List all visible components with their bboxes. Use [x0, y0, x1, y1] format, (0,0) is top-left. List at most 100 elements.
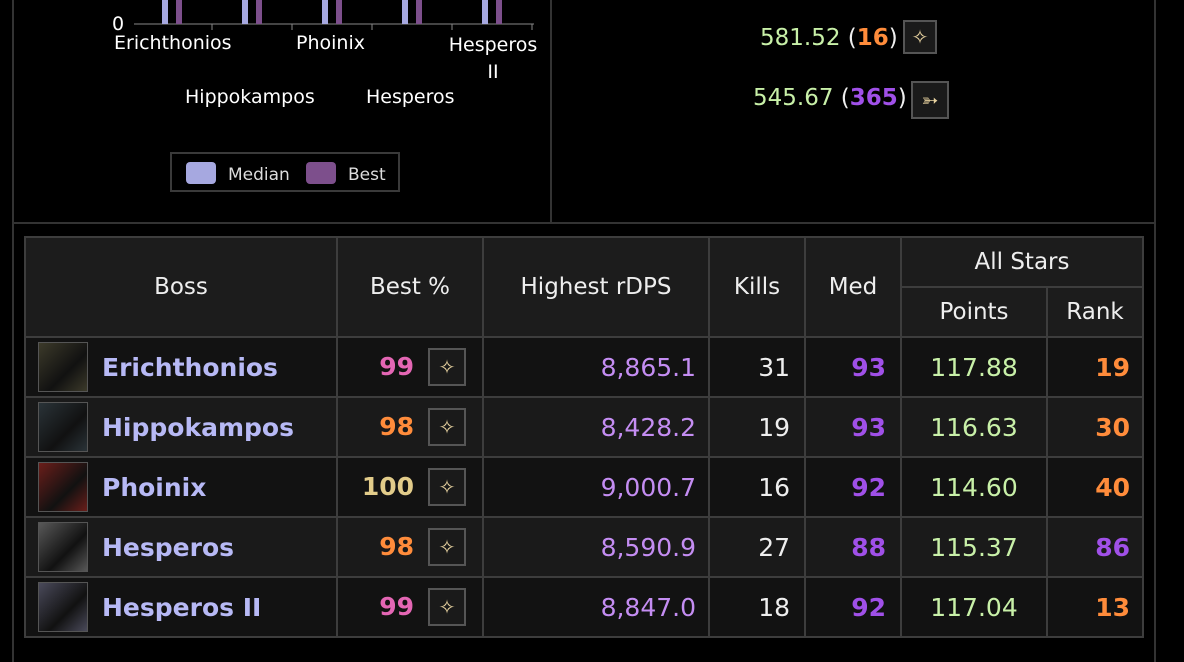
boss-name-link[interactable]: Hesperos: [102, 533, 234, 562]
kills-cell: 18: [708, 576, 806, 638]
table-row[interactable]: Erichthonios 99 ✧ 8,865.1 31 93 117.88 1…: [24, 336, 1144, 398]
best-percent-cell: 98 ✧: [336, 516, 484, 578]
x-label-hesperos-ii: Hesperos II: [448, 34, 538, 83]
points-cell: 117.88: [900, 336, 1048, 398]
highest-rdps-cell: 9,000.7: [482, 456, 710, 518]
table-row[interactable]: Hesperos II 99 ✧ 8,847.0 18 92 117.04 13: [24, 576, 1144, 638]
legend-swatch-best: [306, 162, 336, 184]
parse-rank: 16: [856, 25, 889, 51]
panel-border: [1154, 224, 1156, 662]
best-percent-value: 99: [379, 352, 414, 381]
bar-median-4: [482, 0, 488, 24]
panel-divider: [12, 222, 1156, 224]
boss-portrait: [38, 342, 88, 392]
rank-cell: 40: [1046, 456, 1144, 518]
highest-rdps-cell: 8,847.0: [482, 576, 710, 638]
parse-row-1: 581.52 (16): [760, 25, 898, 51]
job-icon[interactable]: ✧: [428, 588, 466, 626]
boss-cell: Erichthonios: [24, 336, 338, 398]
boss-rankings-table: Boss Best % Highest rDPS Kills Med All S…: [24, 236, 1144, 638]
boss-name-link[interactable]: Hesperos II: [102, 593, 261, 622]
bar-median-0: [162, 0, 168, 24]
points-cell: 115.37: [900, 516, 1048, 578]
rank-cell: 13: [1046, 576, 1144, 638]
bar-median-2: [322, 0, 328, 24]
bar-best-0: [176, 0, 182, 24]
x-label-erichthonios: Erichthonios: [114, 32, 232, 54]
boss-name-link[interactable]: Erichthonios: [102, 353, 278, 382]
best-percent-cell: 98 ✧: [336, 396, 484, 458]
boss-portrait: [38, 582, 88, 632]
job-icon[interactable]: ✧: [428, 468, 466, 506]
header-best-percent[interactable]: Best %: [336, 236, 484, 338]
boss-portrait: [38, 462, 88, 512]
parse-row-2: 545.67 (365): [753, 85, 907, 111]
job-icon[interactable]: ➳: [911, 81, 949, 119]
parse-score: 545.67: [753, 85, 834, 111]
best-percent-value: 98: [379, 532, 414, 561]
points-cell: 116.63: [900, 396, 1048, 458]
legend-label-best[interactable]: Best: [348, 165, 386, 185]
points-cell: 114.60: [900, 456, 1048, 518]
best-percent-cell: 99 ✧: [336, 336, 484, 398]
highest-rdps-cell: 8,590.9: [482, 516, 710, 578]
header-boss[interactable]: Boss: [24, 236, 338, 338]
paren-close: ): [888, 25, 898, 51]
x-label-phoinix: Phoinix: [296, 32, 365, 54]
boss-name-link[interactable]: Hippokampos: [102, 413, 294, 442]
header-points[interactable]: Points: [900, 286, 1048, 338]
kills-cell: 27: [708, 516, 806, 578]
median-cell: 92: [804, 456, 902, 518]
boss-cell: Hesperos: [24, 516, 338, 578]
table-row[interactable]: Hesperos 98 ✧ 8,590.9 27 88 115.37 86: [24, 516, 1144, 578]
boss-cell: Hippokampos: [24, 396, 338, 458]
boss-portrait: [38, 522, 88, 572]
table-row[interactable]: Phoinix 100 ✧ 9,000.7 16 92 114.60 40: [24, 456, 1144, 518]
paren-close: ): [897, 85, 907, 111]
rank-cell: 19: [1046, 336, 1144, 398]
boss-name-link[interactable]: Phoinix: [102, 473, 206, 502]
job-icon[interactable]: ✧: [903, 20, 937, 54]
boss-cell: Phoinix: [24, 456, 338, 518]
best-percent-value: 99: [379, 592, 414, 621]
panel-border: [12, 224, 14, 662]
x-label-hesperos: Hesperos: [366, 86, 455, 108]
rank-cell: 86: [1046, 516, 1144, 578]
paren-open: (: [847, 25, 857, 51]
median-cell: 92: [804, 576, 902, 638]
header-rank[interactable]: Rank: [1046, 286, 1144, 338]
parses-panel: 581.52 (16) ✧ 545.67 (365) ➳: [552, 0, 1156, 222]
rank-cell: 30: [1046, 396, 1144, 458]
kills-cell: 16: [708, 456, 806, 518]
legend-swatch-median: [186, 162, 216, 184]
kills-cell: 31: [708, 336, 806, 398]
bar-best-2: [336, 0, 342, 24]
header-highest-rdps[interactable]: Highest rDPS: [482, 236, 710, 338]
median-cell: 93: [804, 396, 902, 458]
table-row[interactable]: Hippokampos 98 ✧ 8,428.2 19 93 116.63 30: [24, 396, 1144, 458]
bar-median-1: [242, 0, 248, 24]
median-cell: 93: [804, 336, 902, 398]
chart-legend: Median Best: [170, 152, 400, 192]
best-percent-value: 98: [379, 412, 414, 441]
x-label-hippokampos: Hippokampos: [185, 86, 315, 108]
job-icon[interactable]: ✧: [428, 528, 466, 566]
bar-best-4: [496, 0, 502, 24]
legend-label-median[interactable]: Median: [228, 165, 290, 185]
best-percent-cell: 100 ✧: [336, 456, 484, 518]
highest-rdps-cell: 8,428.2: [482, 396, 710, 458]
bar-median-3: [402, 0, 408, 24]
median-cell: 88: [804, 516, 902, 578]
header-all-stars: All Stars: [900, 236, 1144, 288]
job-icon[interactable]: ✧: [428, 408, 466, 446]
best-percent-cell: 99 ✧: [336, 576, 484, 638]
points-cell: 117.04: [900, 576, 1048, 638]
header-median[interactable]: Med: [804, 236, 902, 338]
paren-open: (: [840, 85, 850, 111]
bar-best-3: [416, 0, 422, 24]
kills-cell: 19: [708, 396, 806, 458]
header-kills[interactable]: Kills: [708, 236, 806, 338]
parse-score: 581.52: [760, 25, 841, 51]
bar-best-1: [256, 0, 262, 24]
job-icon[interactable]: ✧: [428, 348, 466, 386]
